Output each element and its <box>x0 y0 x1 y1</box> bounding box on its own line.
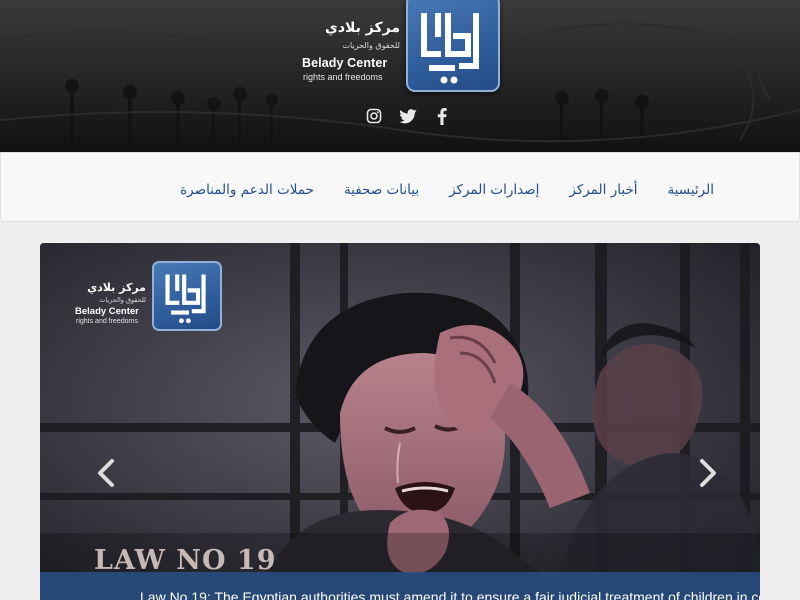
logo-name-english: Belady Center <box>302 56 388 70</box>
slide-caption-bar[interactable]: Law No 19: The Egyptian authorities must… <box>40 572 760 600</box>
nav-item-publications: إصدارات المركز <box>449 179 539 198</box>
slide-logo-tagline-arabic: للحقوق والحريات <box>99 296 146 304</box>
chevron-right-icon <box>700 459 716 487</box>
nav-item-news: أخبار المركز <box>569 179 637 198</box>
nav-menu: الرئيسية أخبار المركز إصدارات المركز بيا… <box>180 153 714 223</box>
carousel-prev-button[interactable] <box>86 453 126 493</box>
site-logo[interactable]: مركز بلادي للحقوق والحريات Belady Center… <box>300 0 502 96</box>
logo-tagline-english: rights and freedoms <box>303 72 383 82</box>
nav-item-home: الرئيسية <box>668 179 715 198</box>
slide-logo-name-arabic: مركز بلادي <box>87 281 146 294</box>
nav-link-publications[interactable]: إصدارات المركز <box>449 182 539 198</box>
logo-name-arabic: مركز بلادي <box>324 20 400 36</box>
nav-link-home[interactable]: الرئيسية <box>668 182 715 198</box>
chevron-left-icon <box>98 459 114 487</box>
slide-logo-mark-icon <box>152 261 222 331</box>
nav-item-campaigns: حملات الدعم والمناصرة <box>180 179 314 198</box>
main-navbar: الرئيسية أخبار المركز إصدارات المركز بيا… <box>0 152 800 222</box>
nav-item-press-releases: بيانات صحفية <box>344 179 419 198</box>
nav-link-campaigns[interactable]: حملات الدعم والمناصرة <box>180 182 314 198</box>
nav-link-news[interactable]: أخبار المركز <box>569 182 637 198</box>
slide-logo: مركز بلادي للحقوق والحريات Belady Center… <box>70 261 226 333</box>
slide-logo-tagline-english: rights and freedoms <box>76 318 138 325</box>
instagram-icon[interactable] <box>362 104 386 128</box>
slide-logo-name-english: Belady Center <box>75 306 139 317</box>
hero-carousel: مركز بلادي للحقوق والحريات Belady Center… <box>40 243 760 600</box>
logo-mark-icon <box>406 0 500 92</box>
logo-tagline-arabic: للحقوق والحريات <box>342 41 400 50</box>
social-links <box>362 104 454 128</box>
carousel-next-button[interactable] <box>688 453 728 493</box>
twitter-icon[interactable] <box>396 104 420 128</box>
nav-link-press-releases[interactable]: بيانات صحفية <box>344 182 419 198</box>
slide-caption[interactable]: Law No 19: The Egyptian authorities must… <box>140 589 760 600</box>
site-header: مركز بلادي للحقوق والحريات Belady Center… <box>0 0 800 152</box>
facebook-icon[interactable] <box>430 104 454 128</box>
